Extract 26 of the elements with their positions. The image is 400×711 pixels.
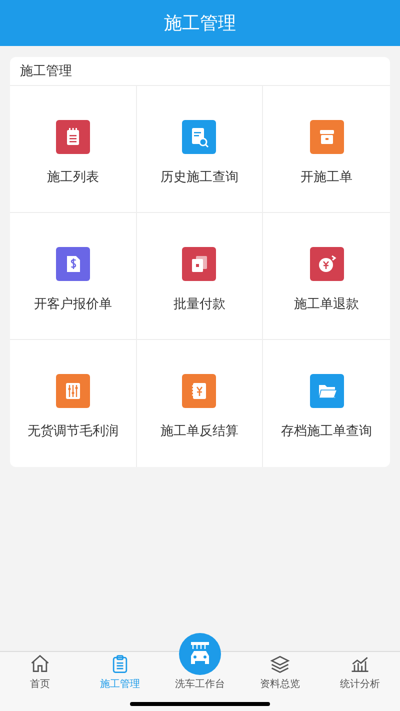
tile-label: 历史施工查询 <box>160 168 238 186</box>
tile-label: 存档施工单查询 <box>281 422 372 440</box>
menu-tile[interactable]: 施工单退款 <box>263 213 390 340</box>
menu-tile[interactable]: 历史施工查询 <box>136 86 264 213</box>
menu-tile[interactable]: 施工单反结算 <box>136 340 264 467</box>
tile-label: 施工列表 <box>46 168 99 186</box>
page-title: 施工管理 <box>164 12 236 34</box>
tile-label: 施工单反结算 <box>160 422 238 440</box>
tab-bar-item[interactable]: 统计分析 <box>320 652 400 695</box>
home-icon <box>29 653 51 675</box>
menu-tile[interactable]: 存档施工单查询 <box>263 340 390 467</box>
menu-tile[interactable]: 开施工单 <box>263 86 390 213</box>
tab-bar-item[interactable]: 首页 <box>0 652 80 695</box>
layers-icon <box>269 653 291 675</box>
menu-tile[interactable]: 无货调节毛利润 <box>10 340 137 467</box>
tab-bar-item[interactable]: 资料总览 <box>240 652 320 695</box>
tile-label: 施工单退款 <box>294 295 360 313</box>
tile-label: 开客户报价单 <box>34 295 112 313</box>
section-title: 施工管理 <box>20 62 72 80</box>
tile-label: 无货调节毛利润 <box>27 422 118 440</box>
menu-tile[interactable]: 开客户报价单 <box>10 213 137 340</box>
menu-tile[interactable]: 批量付款 <box>136 213 264 340</box>
menu-tile[interactable]: 施工列表 <box>10 86 137 213</box>
tile-label: 批量付款 <box>173 295 226 313</box>
tab-bar-item[interactable]: 洗车工作台 <box>160 632 240 695</box>
tile-label: 开施工单 <box>300 168 353 186</box>
